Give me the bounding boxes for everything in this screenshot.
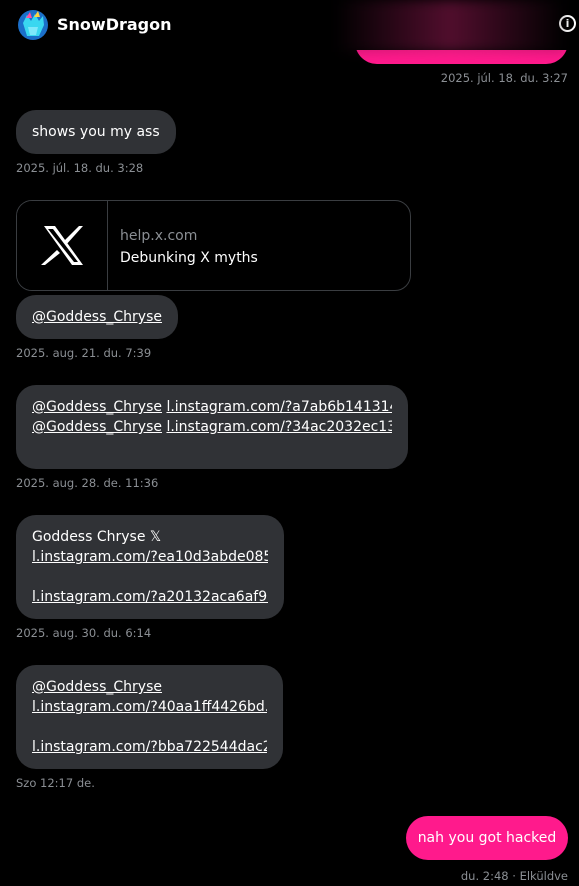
sent-message[interactable]: nah you got hacked: [406, 816, 568, 860]
instagram-link[interactable]: l.instagram.com/?ea10d3abde085...: [32, 547, 268, 567]
received-message[interactable]: Goddess Chryse 𝕏 l.instagram.com/?ea10d3…: [16, 515, 284, 619]
message-text: Goddess Chryse 𝕏: [32, 529, 162, 545]
x-logo-icon: [17, 201, 108, 290]
timestamp: 2025. aug. 21. du. 7:39: [16, 346, 152, 360]
instagram-link[interactable]: l.instagram.com/?34ac2032ec133...: [166, 419, 392, 435]
instagram-link[interactable]: l.instagram.com/?40aa1ff4426bd...: [32, 697, 267, 717]
timestamp: Szo 12:17 de.: [16, 776, 95, 790]
received-message[interactable]: @Goddess_Chryse l.instagram.com/?a7ab6b1…: [16, 385, 408, 469]
link-preview-card[interactable]: help.x.com Debunking X myths: [16, 200, 411, 291]
instagram-link[interactable]: l.instagram.com/?bba722544dac2...: [32, 737, 267, 757]
mention-link[interactable]: @Goddess_Chryse: [32, 419, 162, 435]
received-message[interactable]: @Goddess_Chryse l.instagram.com/?40aa1ff…: [16, 665, 283, 769]
blurred-overlay: [335, 0, 565, 52]
instagram-link[interactable]: l.instagram.com/?a20132aca6af9...: [32, 587, 268, 607]
message-text: shows you my ass: [32, 124, 160, 140]
link-title: Debunking X myths: [120, 250, 258, 266]
link-domain: help.x.com: [120, 228, 198, 244]
mention-link[interactable]: @Goddess_Chryse: [32, 677, 267, 697]
timestamp: 2025. aug. 28. de. 11:36: [16, 476, 159, 490]
mention-link[interactable]: @Goddess_Chryse: [32, 399, 162, 415]
timestamp: 2025. júl. 18. du. 3:28: [16, 161, 144, 175]
timestamp: 2025. aug. 30. du. 6:14: [16, 626, 152, 640]
timestamp: 2025. júl. 18. du. 3:27: [440, 71, 568, 85]
conversation-title[interactable]: SnowDragon: [57, 15, 172, 34]
instagram-link[interactable]: l.instagram.com/?a7ab6b141314d...: [166, 399, 392, 415]
received-message[interactable]: @Goddess_Chryse: [16, 295, 178, 339]
sent-status: du. 2:48 · Elküldve: [460, 869, 568, 883]
mention-link[interactable]: @Goddess_Chryse: [32, 307, 162, 327]
received-message[interactable]: shows you my ass: [16, 110, 176, 154]
avatar[interactable]: [17, 9, 49, 41]
